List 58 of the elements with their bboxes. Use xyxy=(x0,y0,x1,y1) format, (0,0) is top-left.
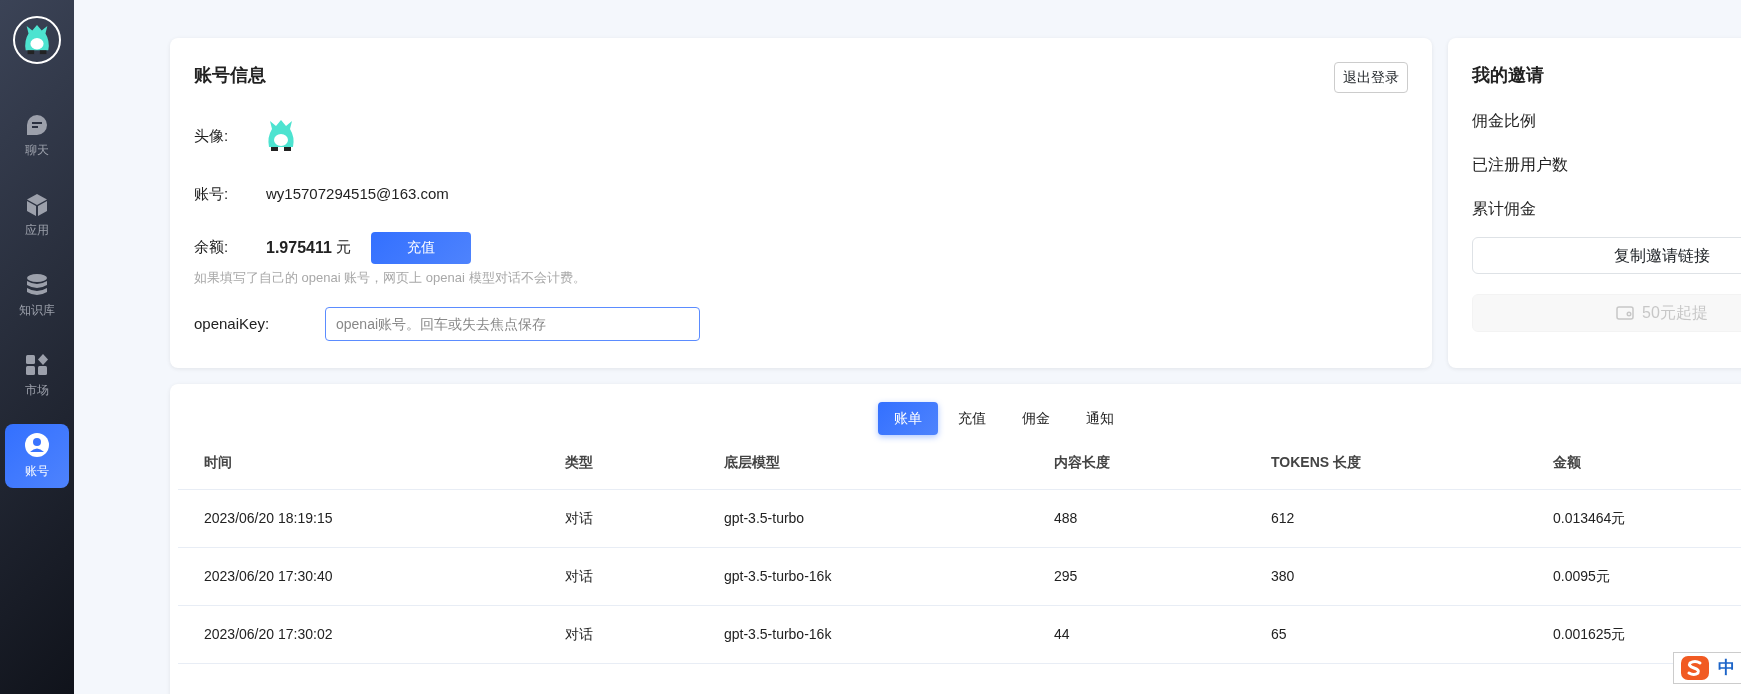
table-cell: 612 xyxy=(1245,489,1527,547)
column-header: 时间 xyxy=(178,437,539,489)
sidebar-item[interactable]: 应用 xyxy=(5,184,69,248)
table-cell: 对话 xyxy=(539,489,698,547)
apps-grid-icon xyxy=(25,353,49,377)
openai-key-field[interactable]: openai账号。回车或失去焦点保存 xyxy=(325,307,700,341)
tab[interactable]: 通知 xyxy=(1070,402,1130,435)
tab[interactable]: 账单 xyxy=(878,402,938,435)
monster-avatar-drawing xyxy=(266,119,296,153)
logout-button[interactable]: 退出登录 xyxy=(1334,62,1408,93)
table-cell: 对话 xyxy=(539,547,698,605)
cube-icon xyxy=(25,193,49,217)
table-cell: 0.013464元 xyxy=(1527,489,1741,547)
stat-label: 佣金比例 xyxy=(1472,111,1537,131)
table-cell: gpt-3.5-turbo xyxy=(698,489,1028,547)
table-cell: 0.0095元 xyxy=(1527,547,1741,605)
stat-label: 已注册用户数 xyxy=(1472,155,1569,175)
currency-unit: 元 xyxy=(335,237,351,258)
sidebar-item[interactable]: 市场 xyxy=(5,344,69,408)
table-cell: 295 xyxy=(1028,547,1245,605)
table-cell: 对话 xyxy=(539,605,698,663)
table-cell: 2023/06/20 17:30:40 xyxy=(178,547,539,605)
stat-label: 累计佣金 xyxy=(1472,199,1537,219)
card-title: 账号信息 xyxy=(194,64,266,87)
balance-amount: 1.975411 xyxy=(266,237,332,258)
field-label: 账号: xyxy=(194,184,230,204)
column-header: 金额 xyxy=(1527,437,1741,489)
ime-logo-icon xyxy=(1680,655,1710,681)
sidebar-item[interactable]: 聊天 xyxy=(5,104,69,168)
database-icon xyxy=(25,273,49,297)
account-email: wy15707294515@163.com xyxy=(266,184,449,204)
wallet-icon xyxy=(1616,306,1635,320)
sidebar-item[interactable]: 知识库 xyxy=(5,264,69,328)
table-cell: gpt-3.5-turbo-16k xyxy=(698,605,1028,663)
app-logo xyxy=(13,16,61,64)
table-cell: 65 xyxy=(1245,605,1527,663)
chat-bubble-icon xyxy=(25,113,49,137)
table-cell: gpt-3.5-turbo-16k xyxy=(698,547,1028,605)
table-cell: 44 xyxy=(1028,605,1245,663)
table-cell: 2023/06/20 18:19:15 xyxy=(178,489,539,547)
field-label: 头像: xyxy=(194,125,230,146)
user-icon xyxy=(24,432,50,458)
column-header: 类型 xyxy=(539,437,698,489)
column-header: TOKENS 长度 xyxy=(1245,437,1527,489)
sidebar-item[interactable]: 账号 xyxy=(5,424,69,488)
card-title: 我的邀请 xyxy=(1472,64,1545,87)
copy-invite-link-button[interactable]: 复制邀请链接 xyxy=(1472,237,1741,274)
tab[interactable]: 充值 xyxy=(942,402,1002,435)
hint-text: 如果填写了自己的 openai 账号，网页上 openai 模型对话不会计费。 xyxy=(194,268,587,287)
tab[interactable]: 佣金 xyxy=(1006,402,1066,435)
table-cell: 2023/06/20 17:30:02 xyxy=(178,605,539,663)
field-label: openaiKey: xyxy=(194,313,271,334)
table-cell: 488 xyxy=(1028,489,1245,547)
column-header: 底层模型 xyxy=(698,437,1028,489)
table-cell: 380 xyxy=(1245,547,1527,605)
field-label: 余额: xyxy=(194,237,230,258)
column-header: 内容长度 xyxy=(1028,437,1245,489)
recharge-button[interactable]: 充值 xyxy=(370,231,471,264)
